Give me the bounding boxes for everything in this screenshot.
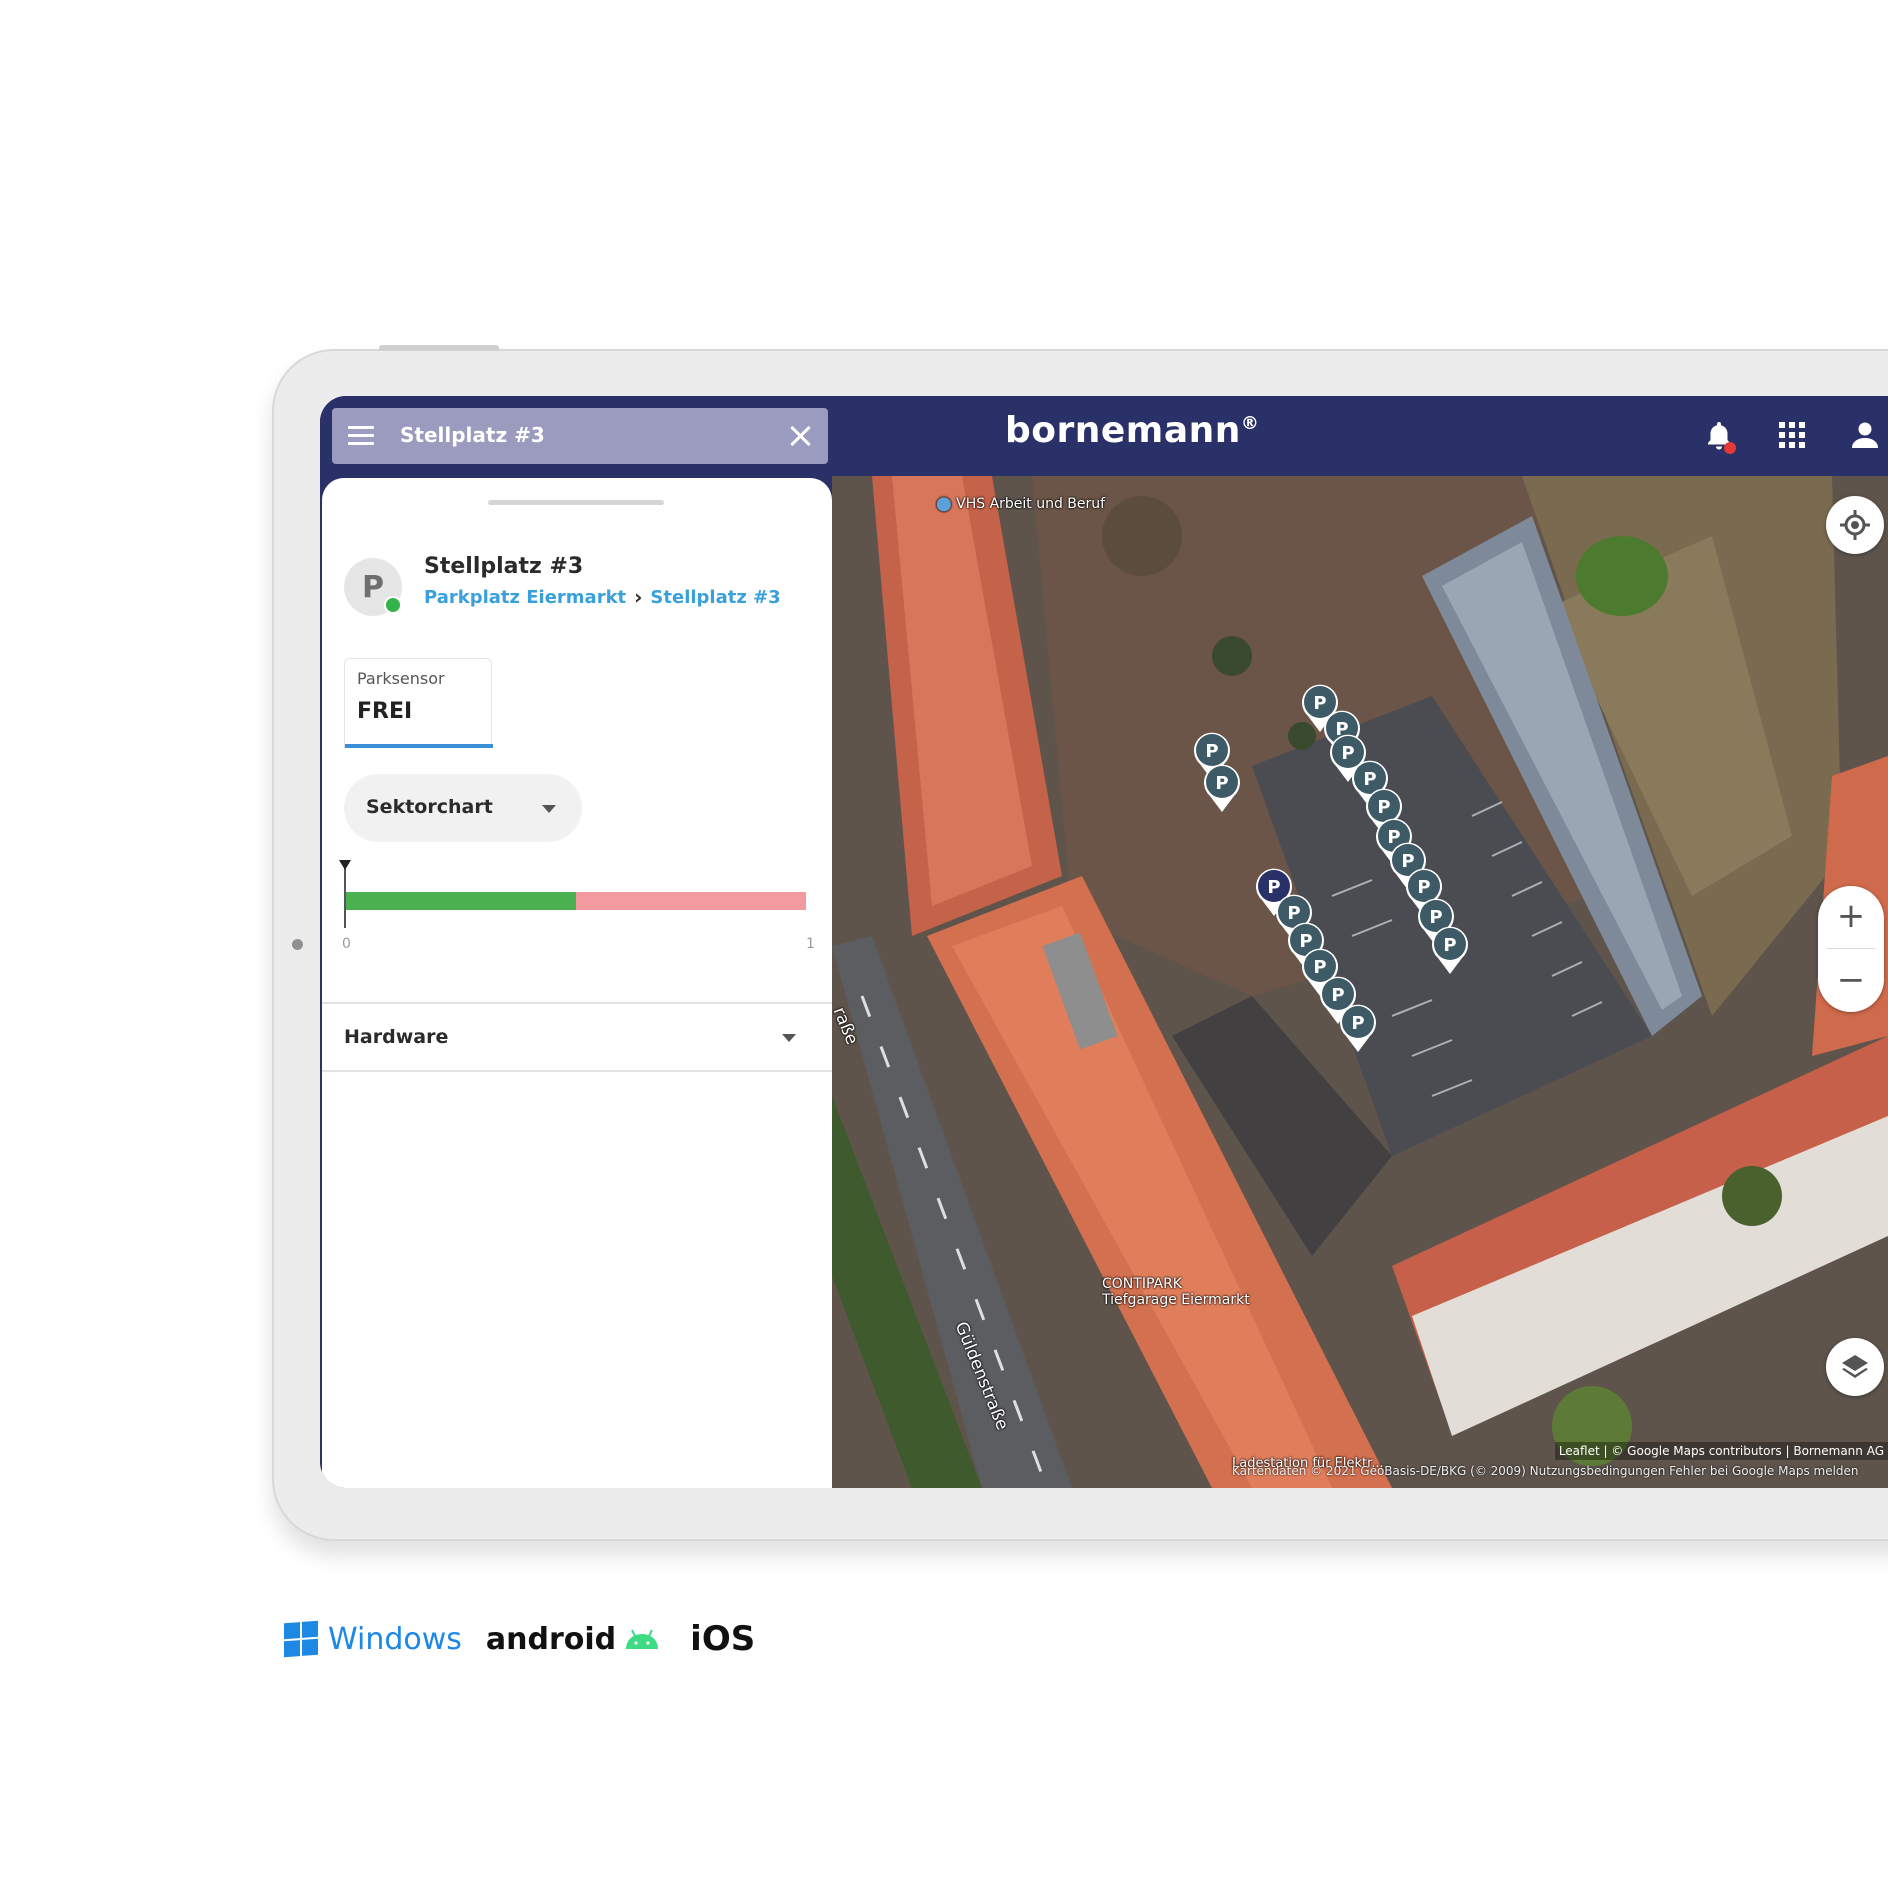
platform-ios: iOS [690,1619,756,1659]
caret-down-icon [542,805,556,813]
svg-text:P: P [1417,877,1430,898]
map-label-contipark: CONTIPARK Tiefgarage Eiermarkt [1102,1276,1250,1308]
chart-type-select-value: Sektorchart [366,796,493,818]
satellite-map[interactable]: ⬤ VHS Arbeit und Beruf CONTIPARK Tiefgara… [832,476,1888,1488]
tablet-camera-dot [292,939,303,950]
sensor-value: FREI [357,699,413,724]
app-screen: Stellplatz #3 bornemann® P Stellplatz #3… [320,396,1888,1488]
sector-chart: 0 1 [339,858,815,958]
svg-text:P: P [1205,741,1218,762]
tablet-power-button [379,345,499,351]
sensor-card-active-bar [345,744,493,748]
status-dot [384,596,402,614]
zoom-control: + − [1818,886,1884,1012]
apps-grid-icon[interactable] [1779,422,1805,448]
panel-title: Stellplatz #3 [424,554,584,579]
detail-panel: P Stellplatz #3 Parkplatz Eiermarkt › St… [322,478,832,1488]
platform-windows-label: Windows [328,1621,462,1657]
menu-icon[interactable] [348,426,374,446]
android-logo-icon [626,1629,659,1649]
parking-pin[interactable]: P [1200,762,1244,814]
divider [322,1070,832,1072]
sector-min-label: 0 [342,936,351,952]
sector-max-label: 1 [806,936,815,952]
map-attribution-2: Kartendaten © 2021 GeoBasis-DE/BKG (© 20… [1232,1464,1859,1478]
breadcrumb-item-stellplatz[interactable]: Stellplatz #3 [650,587,780,608]
search-field[interactable]: Stellplatz #3 [332,408,828,464]
sector-free-segment [346,892,576,910]
chevron-right-icon: › [634,585,643,609]
brand-name: bornemann [1005,410,1241,451]
svg-text:P: P [1215,773,1228,794]
windows-logo-icon [284,1620,318,1658]
sensor-label: Parksensor [357,669,445,688]
layers-icon[interactable] [1826,1338,1884,1396]
sensor-card[interactable]: Parksensor FREI [344,658,493,748]
map-imagery [832,476,1888,1488]
brand-registered-mark: ® [1240,413,1260,434]
svg-text:P: P [1351,1013,1364,1034]
map-attribution: Leaflet | © Google Maps contributors | B… [1554,1442,1888,1460]
app-header: Stellplatz #3 bornemann® [320,396,1888,476]
bell-icon[interactable] [1706,420,1736,454]
zoom-out-button[interactable]: − [1818,950,1884,1012]
caret-down-icon [782,1034,796,1042]
map-label-vhs: ⬤ VHS Arbeit und Beruf [936,496,1106,512]
hardware-section-toggle[interactable]: Hardware [322,1004,832,1070]
sector-occupied-segment [576,892,806,910]
platform-android: android [486,1622,662,1657]
parking-pin[interactable]: P [1336,1002,1380,1054]
platform-android-label: android [485,1621,617,1657]
svg-text:P: P [1443,935,1456,956]
user-icon[interactable] [1850,420,1880,450]
panel-drag-handle[interactable] [488,500,664,505]
parking-pin[interactable]: P [1428,924,1472,976]
breadcrumb: Parkplatz Eiermarkt › Stellplatz #3 [424,585,781,609]
svg-text:P: P [1377,797,1390,818]
locate-icon[interactable] [1826,496,1884,554]
platform-badges: Windows android iOS [284,1616,755,1662]
zoom-in-button[interactable]: + [1818,886,1884,948]
close-icon[interactable] [786,422,814,450]
notification-badge [1724,442,1736,454]
chart-type-select[interactable]: Sektorchart [344,774,582,842]
search-value[interactable]: Stellplatz #3 [400,423,545,447]
brand-logo: bornemann® [1005,410,1259,451]
breadcrumb-item-parkplatz[interactable]: Parkplatz Eiermarkt [424,587,626,608]
sector-marker-icon [339,860,351,870]
platform-windows: Windows [284,1620,462,1658]
hardware-label: Hardware [344,1026,449,1048]
